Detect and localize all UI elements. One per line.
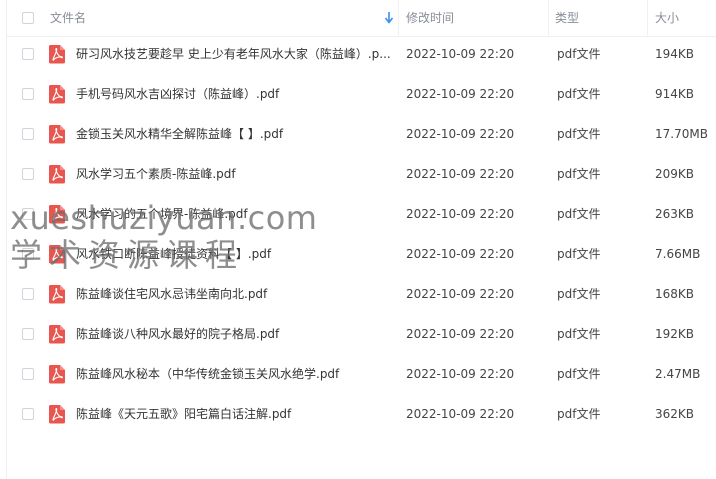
file-name[interactable]: 陈益峰《天元五歌》阳宅篇白话注解.pdf	[76, 394, 394, 434]
pdf-file-icon	[48, 124, 66, 144]
file-type: pdf文件	[557, 327, 601, 341]
column-divider	[398, 0, 399, 36]
pdf-file-icon	[48, 84, 66, 104]
file-row[interactable]: 陈益峰谈住宅风水忌讳坐南向北.pdf 2022-10-09 22:20 pdf文件 1…	[7, 274, 716, 314]
file-row[interactable]: 风水学习的五个境界-陈益峰.pdf 2022-10-09 22:20 pdf文件 26…	[7, 194, 716, 234]
file-name[interactable]: 风水学习五个素质-陈益峰.pdf	[76, 154, 394, 194]
column-divider	[548, 0, 549, 36]
row-checkbox[interactable]	[22, 88, 34, 100]
file-name[interactable]: 陈益峰风水秘本（中华传统金锁玉关风水绝学.pdf	[76, 354, 394, 394]
row-checkbox[interactable]	[22, 368, 34, 380]
file-modified-time: 2022-10-09 22:20	[406, 247, 515, 261]
file-size: 192KB	[655, 327, 695, 341]
file-size: 168KB	[655, 287, 695, 301]
file-row[interactable]: 风水学习五个素质-陈益峰.pdf 2022-10-09 22:20 pdf文件 209…	[7, 154, 716, 194]
pdf-file-icon	[48, 404, 66, 424]
file-type: pdf文件	[557, 167, 601, 181]
file-modified-time: 2022-10-09 22:20	[406, 47, 515, 61]
pdf-file-icon	[48, 364, 66, 384]
file-type: pdf文件	[557, 87, 601, 101]
file-modified-time: 2022-10-09 22:20	[406, 207, 515, 221]
file-modified-time: 2022-10-09 22:20	[406, 407, 515, 421]
row-checkbox[interactable]	[22, 168, 34, 180]
file-modified-time: 2022-10-09 22:20	[406, 367, 515, 381]
file-modified-time: 2022-10-09 22:20	[406, 327, 515, 341]
file-size: 362KB	[655, 407, 695, 421]
file-row[interactable]: 风水铁口断陈益峰授徒资料【 】.pdf 2022-10-09 22:20 pdf文件…	[7, 234, 716, 274]
file-type: pdf文件	[557, 367, 601, 381]
row-checkbox[interactable]	[22, 288, 34, 300]
row-checkbox[interactable]	[22, 128, 34, 140]
file-row[interactable]: 研习风水技艺要趁早 史上少有老年风水大家（陈益峰）.p... 2022-10-09…	[7, 34, 716, 74]
column-divider	[647, 0, 648, 36]
pdf-file-icon	[48, 244, 66, 264]
sort-down-arrow-icon[interactable]	[384, 11, 394, 25]
file-row[interactable]: 陈益峰《天元五歌》阳宅篇白话注解.pdf 2022-10-09 22:20 pdf文…	[7, 394, 716, 434]
row-checkbox[interactable]	[22, 248, 34, 260]
file-name[interactable]: 手机号码风水吉凶探讨（陈益峰）.pdf	[76, 74, 394, 114]
file-name[interactable]: 金锁玉关风水精华全解陈益峰【 】.pdf	[76, 114, 394, 154]
file-name[interactable]: 风水铁口断陈益峰授徒资料【 】.pdf	[76, 234, 394, 274]
file-row[interactable]: 陈益峰谈八种风水最好的院子格局.pdf 2022-10-09 22:20 pdf文件…	[7, 314, 716, 354]
file-size: 194KB	[655, 47, 695, 61]
file-size: 7.66MB	[655, 247, 701, 261]
pdf-file-icon	[48, 44, 66, 64]
row-checkbox[interactable]	[22, 408, 34, 420]
file-name[interactable]: 风水学习的五个境界-陈益峰.pdf	[76, 194, 394, 234]
file-name[interactable]: 陈益峰谈住宅风水忌讳坐南向北.pdf	[76, 274, 394, 314]
file-modified-time: 2022-10-09 22:20	[406, 167, 515, 181]
file-size: 914KB	[655, 87, 695, 101]
file-size: 209KB	[655, 167, 695, 181]
pdf-file-icon	[48, 324, 66, 344]
column-header-type[interactable]: 类型	[555, 0, 579, 36]
column-header-name[interactable]: 文件名	[50, 0, 86, 36]
file-modified-time: 2022-10-09 22:20	[406, 87, 515, 101]
file-size: 2.47MB	[655, 367, 701, 381]
file-modified-time: 2022-10-09 22:20	[406, 127, 515, 141]
select-all-checkbox[interactable]	[22, 12, 34, 24]
file-modified-time: 2022-10-09 22:20	[406, 287, 515, 301]
file-type: pdf文件	[557, 247, 601, 261]
file-size: 17.70MB	[655, 127, 708, 141]
row-checkbox[interactable]	[22, 48, 34, 60]
file-size: 263KB	[655, 207, 695, 221]
pdf-file-icon	[48, 164, 66, 184]
column-header-modified[interactable]: 修改时间	[406, 0, 454, 36]
file-type: pdf文件	[557, 127, 601, 141]
file-type: pdf文件	[557, 207, 601, 221]
file-type: pdf文件	[557, 287, 601, 301]
file-row[interactable]: 陈益峰风水秘本（中华传统金锁玉关风水绝学.pdf 2022-10-09 22:20…	[7, 354, 716, 394]
file-row[interactable]: 手机号码风水吉凶探讨（陈益峰）.pdf 2022-10-09 22:20 pdf文件…	[7, 74, 716, 114]
file-type: pdf文件	[557, 47, 601, 61]
file-name[interactable]: 研习风水技艺要趁早 史上少有老年风水大家（陈益峰）.p...	[76, 34, 394, 74]
file-type: pdf文件	[557, 407, 601, 421]
file-name[interactable]: 陈益峰谈八种风水最好的院子格局.pdf	[76, 314, 394, 354]
pdf-file-icon	[48, 204, 66, 224]
pdf-file-icon	[48, 284, 66, 304]
column-header-size[interactable]: 大小	[655, 0, 679, 36]
table-header: 文件名 修改时间 类型 大小	[7, 0, 716, 37]
row-checkbox[interactable]	[22, 208, 34, 220]
file-row[interactable]: 金锁玉关风水精华全解陈益峰【 】.pdf 2022-10-09 22:20 pdf文…	[7, 114, 716, 154]
row-checkbox[interactable]	[22, 328, 34, 340]
